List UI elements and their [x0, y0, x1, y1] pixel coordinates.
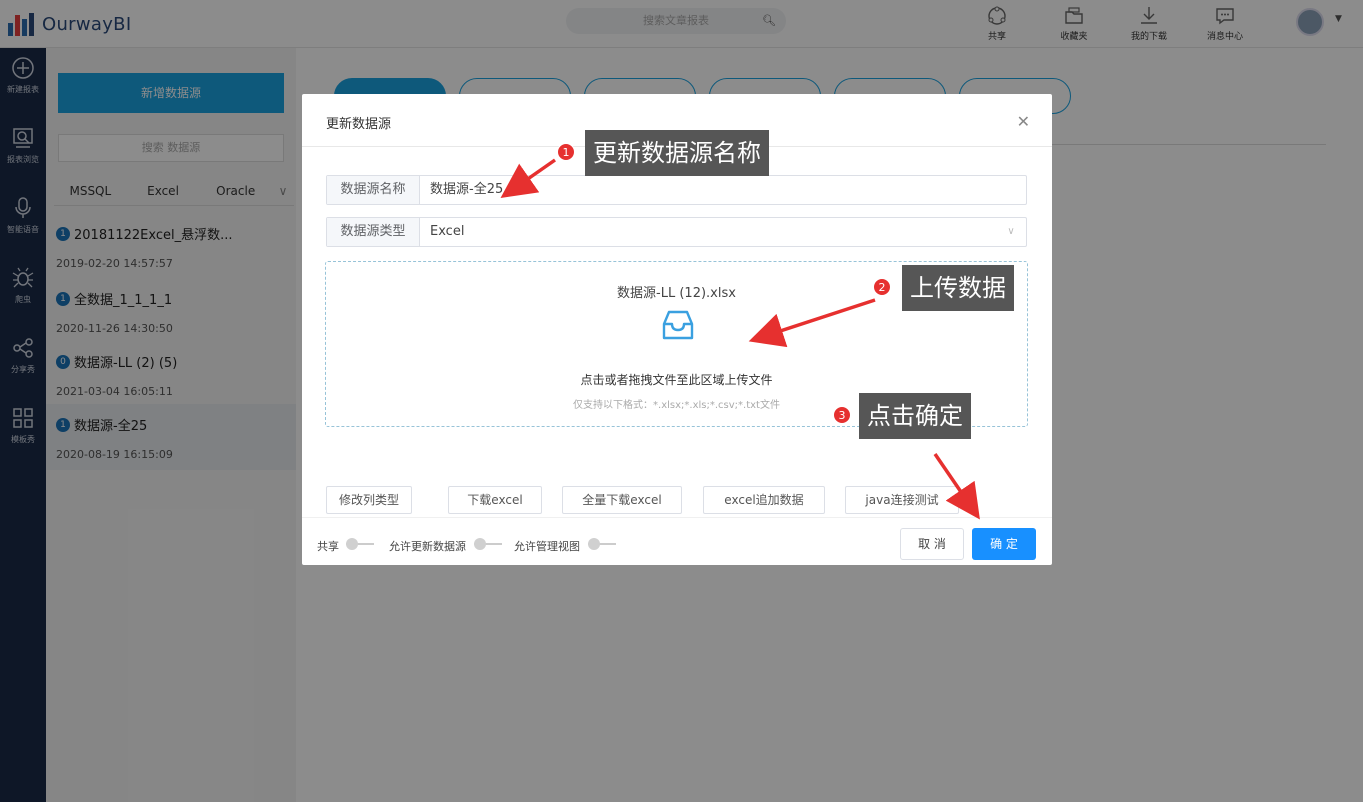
toggle-knob: [346, 538, 358, 550]
share-toggle[interactable]: [346, 538, 374, 550]
java-connection-test-button[interactable]: java连接测试: [845, 486, 959, 514]
chevron-down-icon[interactable]: ∨: [996, 218, 1026, 246]
toggle-label: 共享: [317, 540, 339, 553]
toggle-knob: [474, 538, 486, 550]
toggle-label: 允许更新数据源: [389, 540, 466, 553]
download-excel-button[interactable]: 下载excel: [448, 486, 542, 514]
annotation-callout: 点击确定: [859, 393, 971, 439]
step-badge: 3: [833, 406, 851, 424]
datasource-name-field: 数据源名称 数据源-全25: [326, 175, 1027, 205]
toggle-label: 允许管理视图: [514, 540, 580, 553]
close-icon[interactable]: ✕: [1017, 112, 1030, 131]
allow-manage-view-toggle[interactable]: [588, 538, 616, 550]
allow-update-toggle[interactable]: [474, 538, 502, 550]
step-badge: 1: [557, 143, 575, 161]
divider: [302, 517, 1052, 518]
field-label: 数据源类型: [327, 218, 420, 246]
inbox-icon: [662, 310, 694, 340]
confirm-button[interactable]: 确 定: [972, 528, 1036, 560]
modify-column-type-button[interactable]: 修改列类型: [326, 486, 412, 514]
toggle-knob: [588, 538, 600, 550]
field-label: 数据源名称: [327, 176, 420, 204]
full-download-excel-button[interactable]: 全量下载excel: [562, 486, 682, 514]
datasource-type-select[interactable]: Excel: [420, 218, 996, 246]
annotation-callout: 更新数据源名称: [585, 130, 769, 176]
datasource-name-input[interactable]: 数据源-全25: [420, 176, 1026, 204]
step-badge: 2: [873, 278, 891, 296]
excel-append-data-button[interactable]: excel追加数据: [703, 486, 825, 514]
datasource-type-field: 数据源类型 Excel ∨: [326, 217, 1027, 247]
dialog-title: 更新数据源: [326, 117, 392, 132]
annotation-callout: 上传数据: [902, 265, 1014, 311]
upload-instructions: 点击或者拖拽文件至此区域上传文件: [580, 373, 773, 387]
cancel-button[interactable]: 取 消: [900, 528, 964, 560]
